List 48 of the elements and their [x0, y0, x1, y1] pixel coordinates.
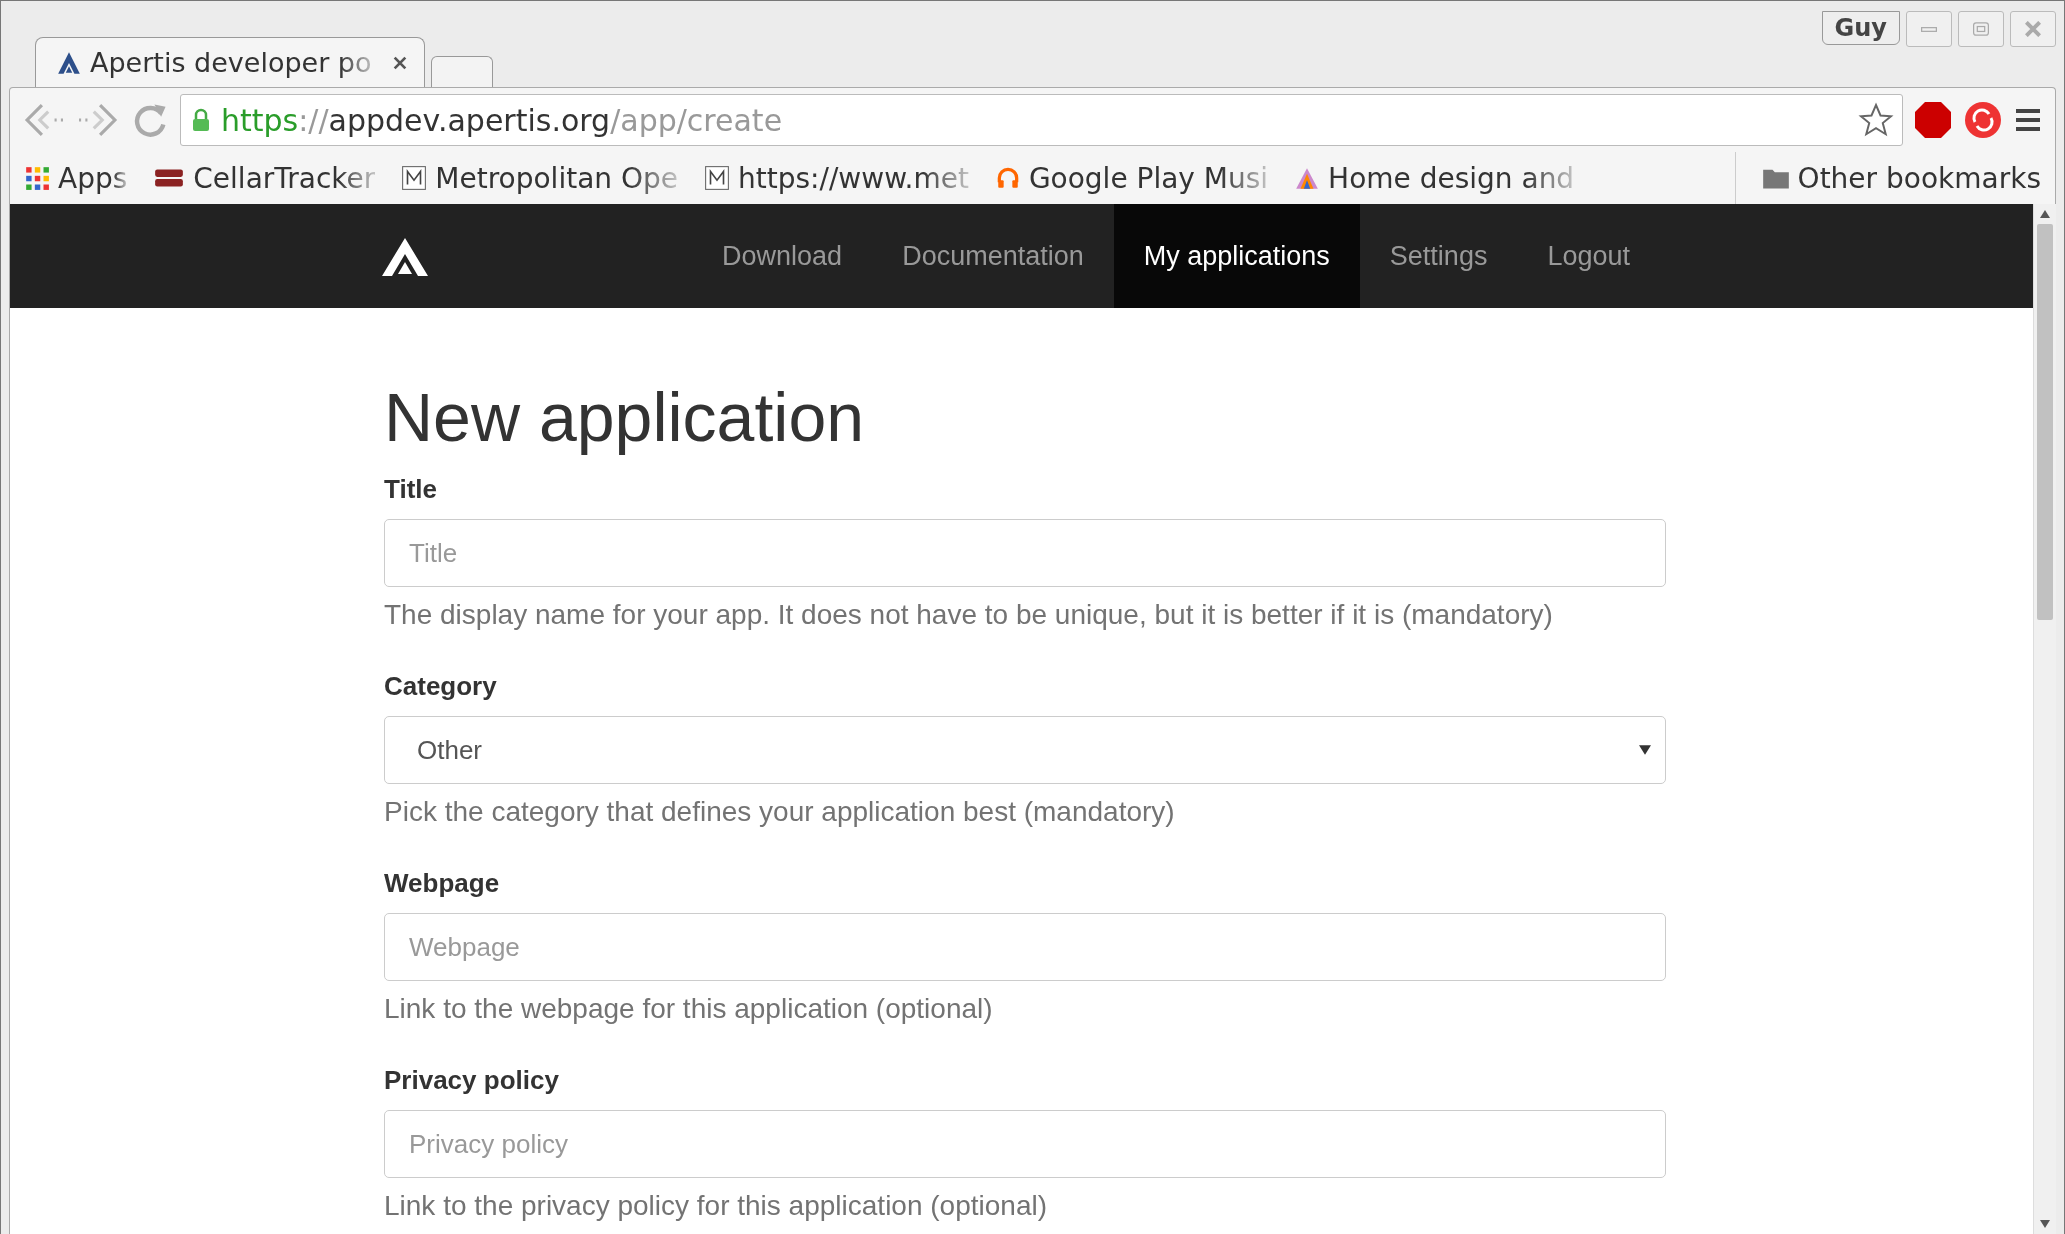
help-text: Pick the category that defines your application best (mandatory) [384, 796, 1176, 828]
bookmark-item[interactable]: Home design and [1294, 161, 1575, 195]
bookmark-icon [704, 165, 730, 191]
input-field[interactable]: Privacy policy [384, 1110, 1666, 1178]
help-text: Link to the privacy policy for this application (optional) [384, 1190, 1048, 1222]
sync-icon[interactable] [1963, 100, 2003, 140]
nav-link[interactable]: My applications [1113, 204, 1360, 308]
new-tab-button[interactable] [431, 56, 493, 87]
field-label: Title [384, 474, 438, 505]
input-field[interactable]: Title [384, 519, 1666, 587]
scrollbar[interactable] [2033, 204, 2056, 1234]
nav-link[interactable]: Documentation [872, 204, 1114, 308]
field-label: Privacy policy [384, 1065, 560, 1096]
nav-link[interactable]: Logout [1517, 204, 1660, 308]
page-heading: New application [384, 378, 866, 456]
address-bar[interactable]: https://appdev.apertis.org/app/create [180, 94, 1903, 146]
bookmark-item[interactable]: CellarTracker [153, 161, 376, 195]
caret-icon [1639, 745, 1651, 755]
minimize-icon [1921, 26, 1937, 32]
scroll-down-icon[interactable] [2040, 1220, 2050, 1228]
profile-button[interactable]: Guy [1821, 11, 1900, 45]
forward-icon[interactable] [76, 101, 120, 139]
bookmark-item[interactable]: Google Play Musi [994, 161, 1269, 195]
lock-icon [191, 107, 211, 133]
maximize-icon [1973, 22, 1989, 36]
bookmark-item[interactable]: Apps [24, 161, 128, 195]
help-text: Link to the webpage for this application (optional) [384, 993, 994, 1025]
help-text: The display name for your app. It does not have to be unique, but it is better if it is (mandatory) [384, 599, 1554, 631]
adblock-icon[interactable] [1913, 100, 1953, 140]
apps-grid-icon [24, 165, 50, 191]
tab-title: Apertis developer po [90, 47, 373, 78]
nav-link[interactable]: Download [692, 204, 873, 308]
url-text: https://appdev.apertis.org/app/create [221, 102, 784, 138]
field-label: Webpage [384, 868, 501, 899]
category-dropdown[interactable]: Other [384, 716, 1666, 784]
nav-link[interactable]: Settings [1359, 204, 1518, 308]
browser-tab[interactable]: Apertis developer po [35, 37, 425, 87]
scroll-up-icon[interactable] [2040, 210, 2050, 218]
close-icon [2025, 21, 2041, 37]
input-field[interactable]: Webpage [384, 913, 1666, 981]
bookmark-icon [401, 165, 428, 191]
field-label: Category [384, 671, 498, 702]
bookmark-item[interactable]: https://www.met [704, 161, 969, 195]
other-bookmarks[interactable]: Other bookmarks [1761, 161, 2041, 195]
close-icon[interactable] [392, 54, 408, 71]
back-icon[interactable] [22, 101, 66, 139]
bookmark-item[interactable]: Metropolitan Ope [401, 161, 678, 195]
star-icon[interactable] [1858, 102, 1894, 138]
